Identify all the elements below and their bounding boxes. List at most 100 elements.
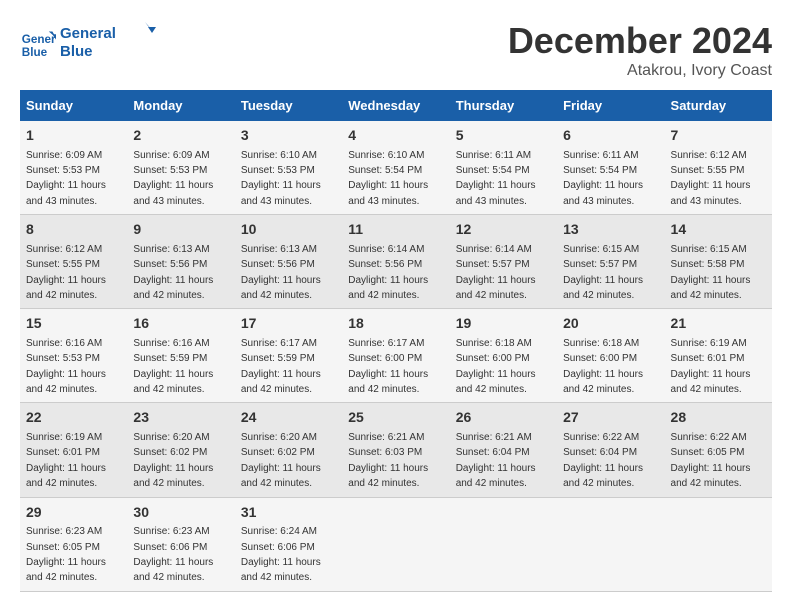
calendar-cell: 5Sunrise: 6:11 AMSunset: 5:54 PMDaylight…: [450, 121, 557, 215]
day-number: 12: [456, 220, 551, 240]
day-number: 7: [671, 126, 766, 146]
day-info: Sunrise: 6:10 AMSunset: 5:53 PMDaylight:…: [241, 150, 321, 207]
calendar-cell: 1Sunrise: 6:09 AMSunset: 5:53 PMDaylight…: [20, 121, 127, 215]
calendar-cell: 27 Sunrise: 6:22 AMSunset: 6:04 PMDayligh…: [557, 403, 664, 497]
day-info: Sunrise: 6:16 AMSunset: 5:59 PMDaylight:…: [133, 338, 213, 395]
day-info: Sunrise: 6:23 AMSunset: 6:06 PMDaylight:…: [133, 526, 213, 583]
calendar-cell: 9 Sunrise: 6:13 AMSunset: 5:56 PMDaylight…: [127, 215, 234, 309]
header-cell-monday: Monday: [127, 90, 234, 121]
day-info: Sunrise: 6:15 AMSunset: 5:58 PMDaylight:…: [671, 244, 751, 301]
calendar-cell: 11 Sunrise: 6:14 AMSunset: 5:56 PMDayligh…: [342, 215, 449, 309]
day-number: 28: [671, 408, 766, 428]
svg-text:General: General: [22, 33, 56, 46]
calendar-cell: 20 Sunrise: 6:18 AMSunset: 6:00 PMDayligh…: [557, 309, 664, 403]
day-number: 2: [133, 126, 228, 146]
day-info: Sunrise: 6:20 AMSunset: 6:02 PMDaylight:…: [133, 432, 213, 489]
day-info: Sunrise: 6:14 AMSunset: 5:56 PMDaylight:…: [348, 244, 428, 301]
day-info: Sunrise: 6:09 AMSunset: 5:53 PMDaylight:…: [26, 150, 106, 207]
calendar-cell: 25Sunrise: 6:21 AMSunset: 6:03 PMDayligh…: [342, 403, 449, 497]
day-number: 11: [348, 220, 443, 240]
calendar-cell: 4 Sunrise: 6:10 AMSunset: 5:54 PMDaylight…: [342, 121, 449, 215]
header-cell-friday: Friday: [557, 90, 664, 121]
calendar-cell: 10 Sunrise: 6:13 AMSunset: 5:56 PMDayligh…: [235, 215, 342, 309]
calendar-cell: 31 Sunrise: 6:24 AMSunset: 6:06 PMDayligh…: [235, 497, 342, 591]
calendar-cell: 7 Sunrise: 6:12 AMSunset: 5:55 PMDaylight…: [665, 121, 772, 215]
day-number: 17: [241, 314, 336, 334]
day-number: 21: [671, 314, 766, 334]
calendar-cell: 17Sunrise: 6:17 AMSunset: 5:59 PMDayligh…: [235, 309, 342, 403]
day-info: Sunrise: 6:19 AMSunset: 6:01 PMDaylight:…: [671, 338, 751, 395]
day-info: Sunrise: 6:16 AMSunset: 5:53 PMDaylight:…: [26, 338, 106, 395]
calendar-cell: 29Sunrise: 6:23 AMSunset: 6:05 PMDayligh…: [20, 497, 127, 591]
calendar-cell: 2Sunrise: 6:09 AMSunset: 5:53 PMDaylight…: [127, 121, 234, 215]
calendar-cell: 3Sunrise: 6:10 AMSunset: 5:53 PMDaylight…: [235, 121, 342, 215]
day-number: 30: [133, 503, 228, 523]
day-number: 6: [563, 126, 658, 146]
day-info: Sunrise: 6:13 AMSunset: 5:56 PMDaylight:…: [241, 244, 321, 301]
day-number: 29: [26, 503, 121, 523]
calendar-cell: 22Sunrise: 6:19 AMSunset: 6:01 PMDayligh…: [20, 403, 127, 497]
day-number: 20: [563, 314, 658, 334]
calendar-cell: 18Sunrise: 6:17 AMSunset: 6:00 PMDayligh…: [342, 309, 449, 403]
logo-icon: General Blue: [20, 27, 56, 63]
title-section: December 2024 Atakrou, Ivory Coast: [508, 20, 772, 80]
day-number: 23: [133, 408, 228, 428]
header-cell-saturday: Saturday: [665, 90, 772, 121]
day-info: Sunrise: 6:12 AMSunset: 5:55 PMDaylight:…: [671, 150, 751, 207]
calendar-cell: 13 Sunrise: 6:15 AMSunset: 5:57 PMDayligh…: [557, 215, 664, 309]
day-info: Sunrise: 6:10 AMSunset: 5:54 PMDaylight:…: [348, 150, 428, 207]
svg-text:Blue: Blue: [60, 43, 93, 60]
page-header: General Blue General Blue December 2024 …: [20, 20, 772, 80]
logo: General Blue General Blue: [20, 20, 160, 70]
svg-text:Blue: Blue: [22, 46, 48, 59]
day-info: Sunrise: 6:18 AMSunset: 6:00 PMDaylight:…: [456, 338, 536, 395]
day-info: Sunrise: 6:22 AMSunset: 6:04 PMDaylight:…: [563, 432, 643, 489]
calendar-cell: 30 Sunrise: 6:23 AMSunset: 6:06 PMDayligh…: [127, 497, 234, 591]
location: Atakrou, Ivory Coast: [508, 62, 772, 80]
day-number: 10: [241, 220, 336, 240]
calendar-cell: 8Sunrise: 6:12 AMSunset: 5:55 PMDaylight…: [20, 215, 127, 309]
calendar-cell: [342, 497, 449, 591]
day-info: Sunrise: 6:22 AMSunset: 6:05 PMDaylight:…: [671, 432, 751, 489]
calendar-cell: 14Sunrise: 6:15 AMSunset: 5:58 PMDayligh…: [665, 215, 772, 309]
day-number: 22: [26, 408, 121, 428]
calendar-cell: 23 Sunrise: 6:20 AMSunset: 6:02 PMDayligh…: [127, 403, 234, 497]
day-number: 18: [348, 314, 443, 334]
day-number: 9: [133, 220, 228, 240]
day-info: Sunrise: 6:21 AMSunset: 6:03 PMDaylight:…: [348, 432, 428, 489]
calendar-cell: 28 Sunrise: 6:22 AMSunset: 6:05 PMDayligh…: [665, 403, 772, 497]
logo-svg: General Blue: [60, 20, 160, 65]
header-row: SundayMondayTuesdayWednesdayThursdayFrid…: [20, 90, 772, 121]
day-number: 15: [26, 314, 121, 334]
day-info: Sunrise: 6:15 AMSunset: 5:57 PMDaylight:…: [563, 244, 643, 301]
day-info: Sunrise: 6:20 AMSunset: 6:02 PMDaylight:…: [241, 432, 321, 489]
header-cell-tuesday: Tuesday: [235, 90, 342, 121]
calendar-cell: 16Sunrise: 6:16 AMSunset: 5:59 PMDayligh…: [127, 309, 234, 403]
day-number: 4: [348, 126, 443, 146]
calendar-cell: 6 Sunrise: 6:11 AMSunset: 5:54 PMDaylight…: [557, 121, 664, 215]
day-info: Sunrise: 6:11 AMSunset: 5:54 PMDaylight:…: [456, 150, 536, 207]
day-number: 24: [241, 408, 336, 428]
calendar-cell: 24 Sunrise: 6:20 AMSunset: 6:02 PMDayligh…: [235, 403, 342, 497]
day-number: 26: [456, 408, 551, 428]
day-info: Sunrise: 6:18 AMSunset: 6:00 PMDaylight:…: [563, 338, 643, 395]
week-row-1: 1Sunrise: 6:09 AMSunset: 5:53 PMDaylight…: [20, 121, 772, 215]
day-info: Sunrise: 6:12 AMSunset: 5:55 PMDaylight:…: [26, 244, 106, 301]
calendar-table: SundayMondayTuesdayWednesdayThursdayFrid…: [20, 90, 772, 592]
header-cell-thursday: Thursday: [450, 90, 557, 121]
calendar-cell: 15 Sunrise: 6:16 AMSunset: 5:53 PMDayligh…: [20, 309, 127, 403]
day-info: Sunrise: 6:14 AMSunset: 5:57 PMDaylight:…: [456, 244, 536, 301]
day-info: Sunrise: 6:24 AMSunset: 6:06 PMDaylight:…: [241, 526, 321, 583]
calendar-cell: 19Sunrise: 6:18 AMSunset: 6:00 PMDayligh…: [450, 309, 557, 403]
week-row-3: 15 Sunrise: 6:16 AMSunset: 5:53 PMDayligh…: [20, 309, 772, 403]
day-info: Sunrise: 6:13 AMSunset: 5:56 PMDaylight:…: [133, 244, 213, 301]
day-info: Sunrise: 6:21 AMSunset: 6:04 PMDaylight:…: [456, 432, 536, 489]
day-number: 27: [563, 408, 658, 428]
week-row-5: 29Sunrise: 6:23 AMSunset: 6:05 PMDayligh…: [20, 497, 772, 591]
day-number: 13: [563, 220, 658, 240]
header-cell-sunday: Sunday: [20, 90, 127, 121]
day-number: 31: [241, 503, 336, 523]
calendar-cell: [450, 497, 557, 591]
calendar-cell: 12 Sunrise: 6:14 AMSunset: 5:57 PMDayligh…: [450, 215, 557, 309]
day-info: Sunrise: 6:11 AMSunset: 5:54 PMDaylight:…: [563, 150, 643, 207]
